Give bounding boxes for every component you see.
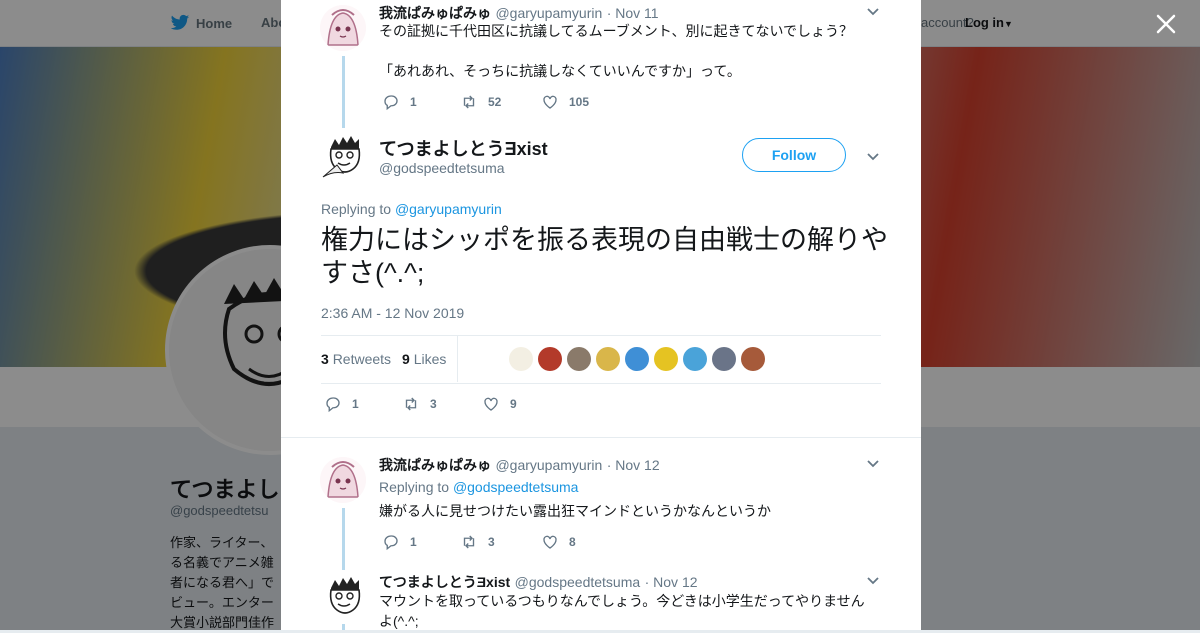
- reply1-time[interactable]: · Nov 11: [607, 5, 659, 21]
- retweet-icon: [463, 535, 475, 549]
- retweet-button[interactable]: 3: [460, 533, 495, 551]
- chevron-down-icon[interactable]: [866, 574, 880, 588]
- reply2-header: 我流ぱみゅぱみゅ @garyupamyurin · Nov 12: [379, 455, 660, 475]
- likes-count: 9: [402, 351, 410, 367]
- liker-avatar[interactable]: [712, 347, 736, 371]
- main-author-name[interactable]: てつまよしとうƎxist: [379, 135, 548, 161]
- reply3-header: てつまよしとうƎxist @godspeedtetsuma · Nov 12: [379, 572, 698, 592]
- chevron-down-icon[interactable]: [866, 150, 880, 164]
- liker-avatar[interactable]: [654, 347, 678, 371]
- liker-avatar[interactable]: [683, 347, 707, 371]
- retweet-count: 52: [488, 95, 502, 109]
- liker-avatar[interactable]: [567, 347, 591, 371]
- text-line: その証拠に千代田区に抗議してるムーブメント、別に起きてないでしょう？: [379, 23, 854, 39]
- retweet-button[interactable]: 3: [402, 395, 437, 413]
- reply1-header: 我流ぱみゅぱみゅ @garyupamyurin · Nov 11: [379, 3, 659, 23]
- heart-icon: [543, 535, 557, 549]
- liker-avatar[interactable]: [625, 347, 649, 371]
- like-count: 105: [569, 95, 590, 109]
- like-count: 9: [510, 397, 517, 411]
- replying-handle-link[interactable]: @garyupamyurin: [395, 201, 502, 217]
- like-count: 8: [569, 535, 576, 549]
- thread-line: [342, 56, 345, 128]
- like-button[interactable]: 9: [482, 395, 517, 413]
- reply-icon: [326, 397, 340, 413]
- avatar[interactable]: [321, 574, 367, 620]
- thread-line: [342, 508, 345, 570]
- anime-girl-avatar: [320, 5, 366, 51]
- text-line: 「あれあれ、そっちに抗議しなくていいんですか」って。: [379, 63, 741, 79]
- liker-avatar[interactable]: [509, 347, 533, 371]
- reply1-handle[interactable]: @garyupamyurin: [495, 5, 602, 21]
- reply-icon: [384, 95, 398, 111]
- replying-handle-link[interactable]: @godspeedtetsuma: [453, 479, 579, 495]
- reply-button[interactable]: 1: [324, 395, 359, 413]
- manga-man-avatar: [322, 136, 361, 178]
- like-button[interactable]: 8: [541, 533, 576, 551]
- reply1-text: その証拠に千代田区に抗議してるムーブメント、別に起きてないでしょう？ 「あれあれ…: [379, 21, 879, 81]
- reply3-name[interactable]: てつまよしとうƎxist: [379, 574, 510, 590]
- reply-button[interactable]: 1: [382, 533, 417, 551]
- reply-button[interactable]: 1: [382, 93, 417, 111]
- heart-icon: [543, 95, 557, 109]
- anime-girl-avatar: [320, 457, 366, 503]
- avatar[interactable]: [320, 457, 366, 503]
- avatar[interactable]: [321, 133, 367, 179]
- reply1-name[interactable]: 我流ぱみゅぱみゅ: [379, 5, 491, 21]
- replying-to: Replying to @garyupamyurin: [321, 201, 502, 217]
- main-tweet-text: 権力にはシッポを振る表現の自由戦士の解りやすさ(^.^;: [321, 225, 888, 288]
- retweets-stat[interactable]: 3 Retweets: [321, 351, 391, 367]
- main-timestamp[interactable]: 2:36 AM - 12 Nov 2019: [321, 305, 464, 321]
- text-line: よ(^.^;: [379, 613, 419, 629]
- liker-avatars: [509, 347, 765, 371]
- liker-avatar[interactable]: [538, 347, 562, 371]
- retweets-label: Retweets: [332, 351, 392, 367]
- retweet-icon: [463, 95, 475, 109]
- reply-count: 1: [352, 397, 359, 411]
- reply3-time[interactable]: · Nov 12: [645, 574, 698, 590]
- chevron-down-icon[interactable]: [866, 457, 880, 471]
- main-author-handle[interactable]: @godspeedtetsuma: [379, 160, 505, 176]
- reply-count: 1: [410, 95, 417, 109]
- text-line: [379, 41, 879, 61]
- reply-count: 1: [410, 535, 417, 549]
- likes-stat[interactable]: 9 Likes: [402, 351, 446, 367]
- reply2-handle[interactable]: @garyupamyurin: [495, 457, 602, 473]
- like-button[interactable]: 105: [541, 93, 589, 111]
- manga-man-avatar: [329, 577, 361, 614]
- reply3-handle[interactable]: @godspeedtetsuma: [515, 574, 641, 590]
- tweet-stats: 3 Retweets 9 Likes: [321, 335, 881, 384]
- thread-line: [342, 624, 345, 630]
- retweet-count: 3: [430, 397, 437, 411]
- reply2-name[interactable]: 我流ぱみゅぱみゅ: [379, 457, 491, 473]
- liker-avatar[interactable]: [596, 347, 620, 371]
- stats-divider: [457, 336, 458, 382]
- reply2-text: 嫌がる人に見せつけたい露出狂マインドというかなんというか: [379, 503, 771, 519]
- avatar[interactable]: [320, 5, 366, 51]
- replying-prefix: Replying to: [379, 479, 453, 495]
- tweet-modal: 我流ぱみゅぱみゅ @garyupamyurin · Nov 11 その証拠に千代…: [281, 0, 921, 630]
- section-divider: [281, 437, 921, 438]
- likes-label: Likes: [413, 351, 447, 367]
- retweets-count: 3: [321, 351, 329, 367]
- close-icon[interactable]: [1152, 10, 1180, 38]
- follow-button[interactable]: Follow: [742, 138, 846, 172]
- reply-icon: [384, 535, 398, 551]
- liker-avatar[interactable]: [741, 347, 765, 371]
- reply2-time[interactable]: · Nov 12: [607, 457, 660, 473]
- retweet-icon: [405, 397, 417, 411]
- chevron-down-icon[interactable]: [866, 5, 880, 19]
- replying-prefix: Replying to: [321, 201, 395, 217]
- heart-icon: [484, 397, 498, 411]
- retweet-button[interactable]: 52: [460, 93, 501, 111]
- replying-to: Replying to @godspeedtetsuma: [379, 479, 578, 495]
- text-line: マウントを取っているつもりなんでしょう。今どきは小学生だってやりません: [379, 593, 865, 609]
- retweet-count: 3: [488, 535, 495, 549]
- reply3-text: マウントを取っているつもりなんでしょう。今どきは小学生だってやりません よ(^.…: [379, 591, 879, 630]
